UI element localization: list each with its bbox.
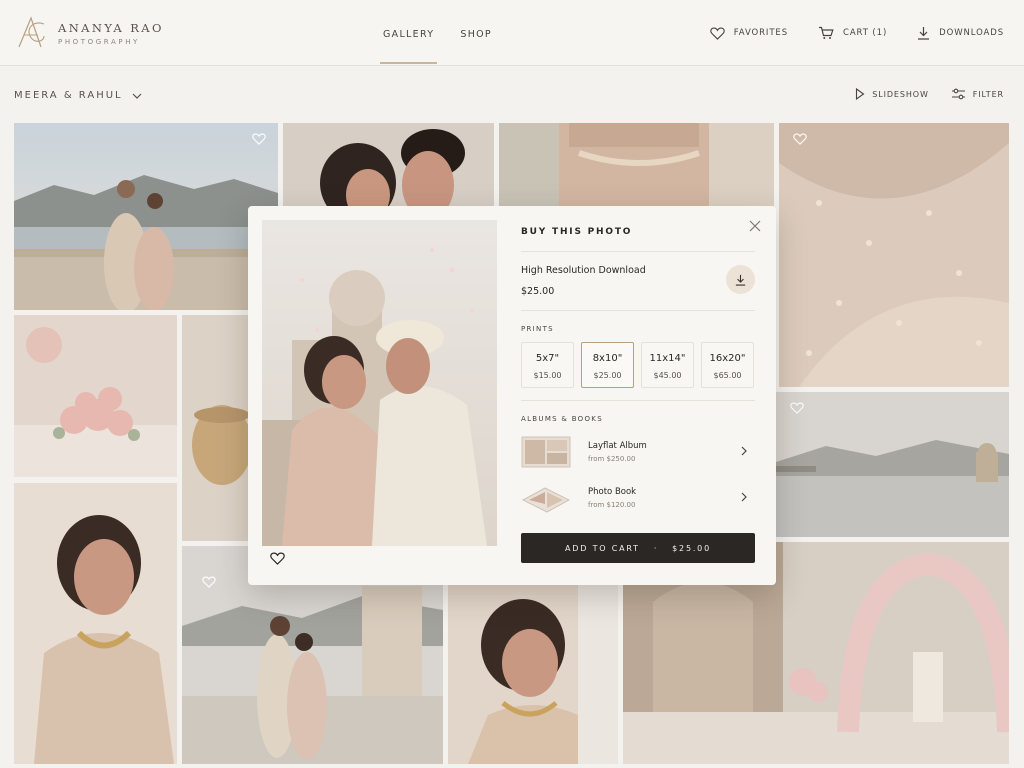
album-option-photo-book[interactable]: Photo Book from $120.00 <box>521 475 755 521</box>
photo-tile-embroidery[interactable] <box>779 123 1009 387</box>
download-price: $25.00 <box>521 286 555 297</box>
brand-tagline: PHOTOGRAPHY <box>58 37 140 46</box>
photo-image <box>14 123 278 310</box>
photo-image <box>779 123 1009 387</box>
heart-icon <box>710 27 725 40</box>
divider <box>521 310 755 311</box>
monogram-logo <box>18 16 45 48</box>
photo-book-thumbnail <box>521 487 571 513</box>
photo-image <box>14 483 177 764</box>
add-to-cart-price: $25.00 <box>672 543 711 553</box>
favorites-label: FAVORITES <box>733 28 788 38</box>
slideshow-button[interactable]: SLIDESHOW <box>855 88 929 100</box>
photo-image <box>448 585 618 764</box>
print-option-16x20[interactable]: 16x20" $65.00 <box>701 342 754 388</box>
download-button[interactable] <box>726 265 755 294</box>
filter-label: FILTER <box>972 89 1004 99</box>
chevron-down-icon <box>132 93 142 99</box>
slideshow-label: SLIDESHOW <box>872 89 929 99</box>
print-price: $45.00 <box>653 371 682 380</box>
print-size: 5x7" <box>535 353 560 364</box>
photo-image <box>776 392 1009 537</box>
dialog-title: BUY THIS PHOTO <box>521 227 633 237</box>
photo-tile-basket[interactable] <box>182 315 248 541</box>
print-size: 11x14" <box>649 353 686 364</box>
album-price: from $250.00 <box>588 455 636 463</box>
header-actions: FAVORITES CART (1) DOWNLOADS <box>680 0 1004 66</box>
downloads-label: DOWNLOADS <box>939 28 1004 38</box>
print-option-8x10[interactable]: 8x10" $25.00 <box>581 342 634 388</box>
cart-link[interactable]: CART (1) <box>818 26 887 40</box>
photo-image <box>262 220 497 546</box>
favorite-heart-icon[interactable] <box>270 552 285 565</box>
cart-label: CART (1) <box>843 28 888 38</box>
print-price: $65.00 <box>713 371 742 380</box>
print-option-11x14[interactable]: 11x14" $45.00 <box>641 342 694 388</box>
favorite-heart-icon[interactable] <box>202 576 216 588</box>
photo-image <box>182 315 248 541</box>
cart-icon <box>819 26 834 39</box>
photo-tile-lake-palace[interactable] <box>776 392 1009 537</box>
prints-label: PRINTS <box>521 325 554 333</box>
print-size-options: 5x7" $15.00 8x10" $25.00 11x14" $45.00 1… <box>521 342 755 388</box>
photo-image <box>14 315 177 477</box>
filter-icon <box>951 88 965 100</box>
albums-section: ALBUMS & BOOKS Layflat Album from $250.0… <box>521 415 755 521</box>
layflat-album-thumbnail <box>521 436 571 468</box>
view-tools: SLIDESHOW FILTER <box>833 88 1004 100</box>
top-bar: ANANYA RAO PHOTOGRAPHY GALLERY SHOP FAVO… <box>0 0 1024 66</box>
album-price: from $120.00 <box>588 501 636 509</box>
nav-shop[interactable]: SHOP <box>447 0 505 66</box>
download-option[interactable]: High Resolution Download $25.00 <box>521 265 755 310</box>
add-to-cart-separator: · <box>653 543 659 553</box>
download-icon <box>918 27 930 40</box>
print-price: $25.00 <box>593 371 622 380</box>
gallery-title: MEERA & RAHUL <box>14 90 123 101</box>
purchase-panel: BUY THIS PHOTO High Resolution Download … <box>521 220 755 563</box>
add-to-cart-button[interactable]: ADD TO CART · $25.00 <box>521 533 755 563</box>
album-name: Photo Book <box>588 487 637 497</box>
photo-tile-bride-portrait[interactable] <box>14 483 177 764</box>
album-name: Layflat Album <box>588 441 647 451</box>
photo-image <box>283 123 494 210</box>
photo-tile-lehenga-detail[interactable] <box>499 123 774 210</box>
favorites-link[interactable]: FAVORITES <box>710 27 788 40</box>
print-price: $15.00 <box>533 371 562 380</box>
divider <box>521 251 755 252</box>
gallery-selector[interactable]: MEERA & RAHUL <box>14 90 142 101</box>
brand-logo[interactable]: ANANYA RAO PHOTOGRAPHY <box>14 14 164 50</box>
buy-photo-dialog: BUY THIS PHOTO High Resolution Download … <box>248 206 776 585</box>
chevron-right-icon <box>741 446 747 456</box>
downloads-link[interactable]: DOWNLOADS <box>917 26 1004 40</box>
photo-tile-floral-table[interactable] <box>14 315 177 477</box>
album-option-layflat[interactable]: Layflat Album from $250.00 <box>521 429 755 475</box>
download-icon <box>735 274 746 286</box>
brand-name: ANANYA RAO <box>58 20 164 35</box>
nav-gallery[interactable]: GALLERY <box>370 0 447 66</box>
print-option-5x7[interactable]: 5x7" $15.00 <box>521 342 574 388</box>
gallery-toolbar: MEERA & RAHUL SLIDESHOW FILTER <box>14 84 1004 110</box>
main-nav: GALLERY SHOP <box>370 0 505 66</box>
favorite-heart-icon[interactable] <box>252 133 266 145</box>
print-size: 8x10" <box>592 353 623 364</box>
filter-button[interactable]: FILTER <box>951 88 1004 100</box>
photo-tile-couple-closeup[interactable] <box>283 123 494 210</box>
divider <box>521 400 755 401</box>
print-size: 16x20" <box>709 353 746 364</box>
photo-tile-bride-closeup[interactable] <box>448 585 618 764</box>
photo-tile-lake-couple[interactable] <box>14 123 278 310</box>
photo-image <box>499 123 774 210</box>
prints-section: PRINTS 5x7" $15.00 8x10" $25.00 11x14" $… <box>521 325 755 388</box>
chevron-right-icon <box>741 492 747 502</box>
favorite-heart-icon[interactable] <box>790 402 804 414</box>
download-label: High Resolution Download <box>521 265 646 276</box>
albums-label: ALBUMS & BOOKS <box>521 415 603 423</box>
play-icon <box>856 88 865 100</box>
favorite-heart-icon[interactable] <box>793 133 807 145</box>
selected-photo-preview <box>262 220 497 546</box>
add-to-cart-label: ADD TO CART <box>565 543 640 553</box>
